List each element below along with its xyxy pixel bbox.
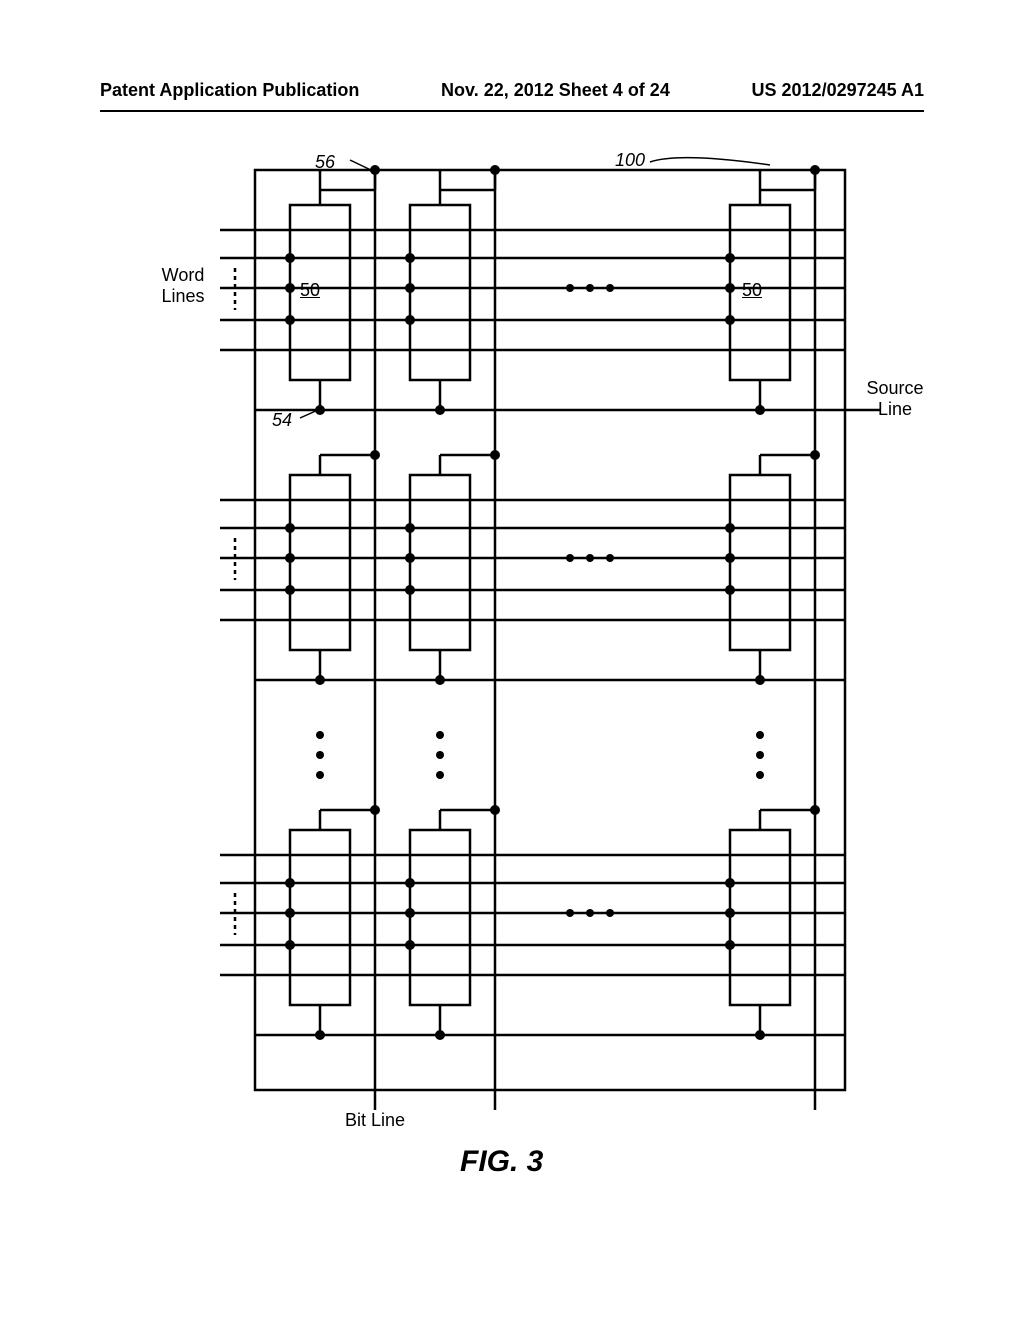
bit-line-label: Bit Line — [345, 1110, 405, 1131]
ref-50-left: 50 — [300, 280, 320, 301]
figure-caption: FIG. 3 — [460, 1145, 543, 1179]
header-rule — [100, 110, 924, 112]
circuit-diagram — [180, 150, 880, 1150]
figure-3: 56 100 54 50 50 Word Lines Source Line B… — [180, 150, 880, 1250]
header-left: Patent Application Publication — [100, 80, 359, 101]
word-lines-label: Word Lines — [158, 265, 208, 307]
ref-56: 56 — [315, 152, 335, 173]
ref-50-right: 50 — [742, 280, 762, 301]
page-header: Patent Application Publication Nov. 22, … — [0, 80, 1024, 101]
header-center: Nov. 22, 2012 Sheet 4 of 24 — [441, 80, 670, 101]
ref-54: 54 — [272, 410, 292, 431]
header-right: US 2012/0297245 A1 — [752, 80, 924, 101]
source-line-label: Source Line — [860, 378, 930, 420]
ref-100: 100 — [615, 150, 645, 171]
